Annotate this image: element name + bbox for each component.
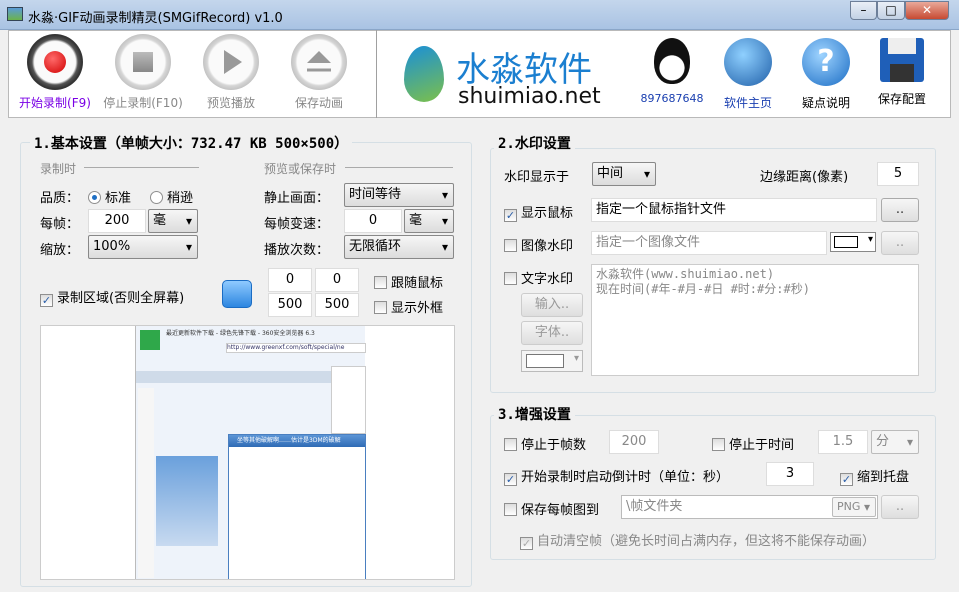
show-cursor-checkbox[interactable]: ✓ 显示鼠标 <box>504 202 573 222</box>
still-frame-select[interactable]: 时间等待 <box>344 183 454 207</box>
eject-icon <box>291 34 347 90</box>
stop-time-checkbox[interactable]: 停止于时间 <box>712 434 794 453</box>
follow-mouse-checkbox[interactable]: 跟随鼠标 <box>374 272 443 291</box>
text-watermark-checkbox[interactable]: 文字水印 <box>504 268 573 287</box>
save-frames-checkbox[interactable]: 保存每帧图到 <box>504 499 599 518</box>
globe-icon <box>724 38 772 86</box>
stop-time-input[interactable]: 1.5 <box>818 430 868 454</box>
preview-screenshot: 最近更新软件下载 - 绿色先锋下载 - 360安全浏览器 6.3 http://… <box>135 326 366 579</box>
region-y-input[interactable]: 0 <box>315 268 359 292</box>
region-width-input[interactable]: 500 <box>268 293 312 317</box>
auto-clear-checkbox[interactable]: ✓ 自动清空帧（避免长时间占满内存，但这将不能保存动画） <box>520 530 875 550</box>
play-icon <box>203 34 259 90</box>
still-frame-label: 静止画面： <box>264 191 330 206</box>
stop-frames-checkbox[interactable]: 停止于帧数 <box>504 434 586 453</box>
help-button[interactable]: ? 疑点说明 <box>790 38 862 111</box>
watermark-text-area[interactable]: 水淼软件(www.shuimiao.net) 现在时间(#年-#月-#日 #时:… <box>591 264 919 376</box>
per-frame-label: 每帧： <box>40 217 80 232</box>
browse-folder-button[interactable]: .. <box>881 495 919 519</box>
brand-logo: 水淼软件 shuimiao.net <box>404 40 624 110</box>
image-watermark-checkbox[interactable]: 图像水印 <box>504 235 573 254</box>
image-color-picker[interactable]: ▾ <box>830 232 876 252</box>
recording-heading: 录制时 <box>40 162 77 176</box>
speed-unit-select[interactable]: 毫 <box>404 209 454 233</box>
save-config-button[interactable]: 保存配置 <box>866 38 938 107</box>
margin-input[interactable]: 5 <box>877 162 919 186</box>
water-drop-icon <box>404 46 444 102</box>
stop-time-unit-select[interactable]: 分 <box>871 430 919 454</box>
enhance-title: 3.增强设置 <box>494 404 575 424</box>
loops-select[interactable]: 无限循环 <box>344 235 454 259</box>
divider <box>345 167 453 168</box>
browse-image-button[interactable]: .. <box>881 231 919 255</box>
stop-icon <box>115 34 171 90</box>
quality-low-radio[interactable]: 稍逊 <box>150 187 193 206</box>
maximize-button[interactable]: □ <box>877 1 905 20</box>
minimize-button[interactable]: – <box>850 1 877 20</box>
qq-penguin-icon <box>654 38 690 84</box>
text-color-picker[interactable]: ▾ <box>521 350 583 372</box>
question-icon: ? <box>802 38 850 86</box>
title-bar: 水淼·GIF动画录制精灵(SMGifRecord) v1.0 – □ ✕ <box>0 0 959 30</box>
per-frame-input[interactable]: 200 <box>88 209 146 233</box>
watermark-title: 2.水印设置 <box>494 133 575 153</box>
preview-play-button[interactable]: 预览播放 <box>186 34 276 111</box>
show-frame-checkbox[interactable]: 显示外框 <box>374 297 443 316</box>
divider <box>84 167 199 168</box>
loops-label: 播放次数： <box>264 243 330 258</box>
start-record-button[interactable]: 开始录制(F9) <box>10 34 100 111</box>
minimize-to-tray-checkbox[interactable]: ✓ 缩到托盘 <box>840 466 909 486</box>
preview-area: 最近更新软件下载 - 绿色先锋下载 - 360安全浏览器 6.3 http://… <box>40 325 455 580</box>
save-animation-button[interactable]: 保存动画 <box>274 34 364 111</box>
stop-record-button[interactable]: 停止录制(F10) <box>98 34 188 111</box>
margin-label: 边缘距离(像素) <box>760 170 849 185</box>
floppy-disk-icon <box>880 38 924 82</box>
toolbar-divider <box>376 30 377 118</box>
preview-url-text: http://www.greenxf.com/soft/special/ne <box>226 343 366 353</box>
preview-heading: 预览或保存时 <box>264 162 337 176</box>
window-title: 水淼·GIF动画录制精灵(SMGifRecord) v1.0 <box>28 11 283 26</box>
preview-popup-title: 坐等其他破解啊……估计是3DM的破解 <box>229 435 365 447</box>
quality-label: 品质： <box>40 191 80 206</box>
preview-tab-text: 最近更新软件下载 - 绿色先锋下载 - 360安全浏览器 6.3 <box>166 330 315 337</box>
image-file-input[interactable]: 指定一个图像文件 <box>591 231 827 255</box>
region-height-input[interactable]: 500 <box>315 293 359 317</box>
speed-input[interactable]: 0 <box>344 209 402 233</box>
record-region-checkbox[interactable]: ✓ 录制区域(否则全屏幕) <box>40 287 184 307</box>
scale-select[interactable]: 100% <box>88 235 198 259</box>
record-icon <box>27 34 83 90</box>
browse-cursor-button[interactable]: .. <box>881 198 919 222</box>
cursor-file-input[interactable]: 指定一个鼠标指针文件 <box>591 198 877 222</box>
countdown-checkbox[interactable]: ✓ 开始录制时启动倒计时（单位：秒） <box>504 466 729 486</box>
close-button[interactable]: ✕ <box>905 1 949 20</box>
image-format-select[interactable]: PNG <box>832 497 876 517</box>
watermark-position-label: 水印显示于 <box>504 170 570 185</box>
select-region-button[interactable] <box>222 280 252 308</box>
per-frame-unit-select[interactable]: 毫 <box>148 209 198 233</box>
homepage-link[interactable]: 软件主页 <box>712 38 784 111</box>
input-text-button[interactable]: 输入.. <box>521 293 583 317</box>
stop-frames-input[interactable]: 200 <box>609 430 659 454</box>
qq-link[interactable]: 897687648 <box>636 38 708 105</box>
watermark-position-select[interactable]: 中间 <box>592 162 656 186</box>
countdown-input[interactable]: 3 <box>766 462 814 486</box>
speed-label: 每帧变速： <box>264 217 330 232</box>
basic-settings-title: 1.基本设置（单帧大小：732.47 KB 500×500） <box>30 133 353 153</box>
region-x-input[interactable]: 0 <box>268 268 312 292</box>
app-icon <box>7 7 23 21</box>
quality-standard-radio[interactable]: 标准 <box>88 187 131 206</box>
scale-label: 缩放： <box>40 243 80 258</box>
font-button[interactable]: 字体.. <box>521 321 583 345</box>
